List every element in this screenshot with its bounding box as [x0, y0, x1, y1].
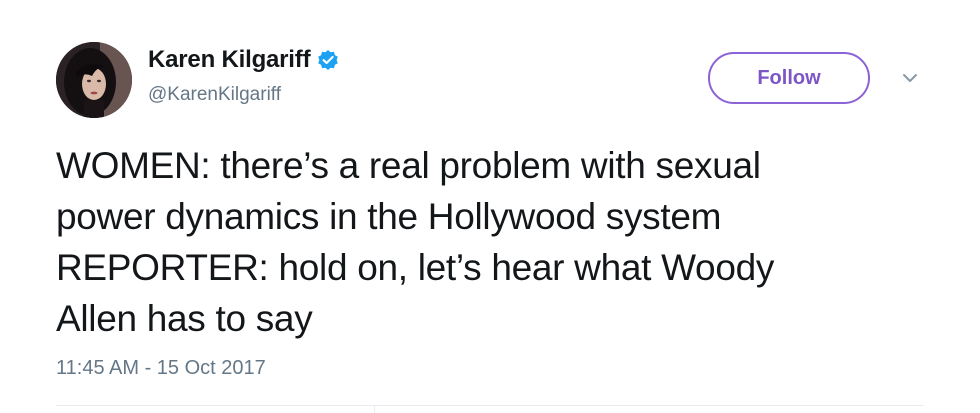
- tweet-text: WOMEN: there’s a real problem with sexua…: [56, 140, 936, 344]
- tweet-text-line: power dynamics in the Hollywood system: [56, 196, 722, 237]
- divider-tick: [374, 405, 375, 413]
- user-handle[interactable]: @KarenKilgariff: [148, 84, 281, 106]
- avatar[interactable]: [56, 42, 132, 118]
- display-name[interactable]: Karen Kilgariff: [148, 46, 311, 74]
- chevron-down-icon[interactable]: [900, 70, 920, 86]
- tweet-card: Karen Kilgariff @KarenKilgariff Follow W…: [0, 0, 980, 413]
- verified-badge-icon: [317, 49, 339, 71]
- tweet-text-line: Allen has to say: [56, 298, 313, 339]
- follow-button[interactable]: Follow: [708, 52, 870, 104]
- avatar-photo: [56, 42, 132, 118]
- author-name-row: Karen Kilgariff: [148, 46, 339, 74]
- divider: [56, 405, 924, 406]
- tweet-text-line: WOMEN: there’s a real problem with sexua…: [56, 145, 761, 186]
- tweet-timestamp[interactable]: 11:45 AM - 15 Oct 2017: [56, 357, 266, 380]
- tweet-text-line: REPORTER: hold on, let’s hear what Woody: [56, 247, 775, 288]
